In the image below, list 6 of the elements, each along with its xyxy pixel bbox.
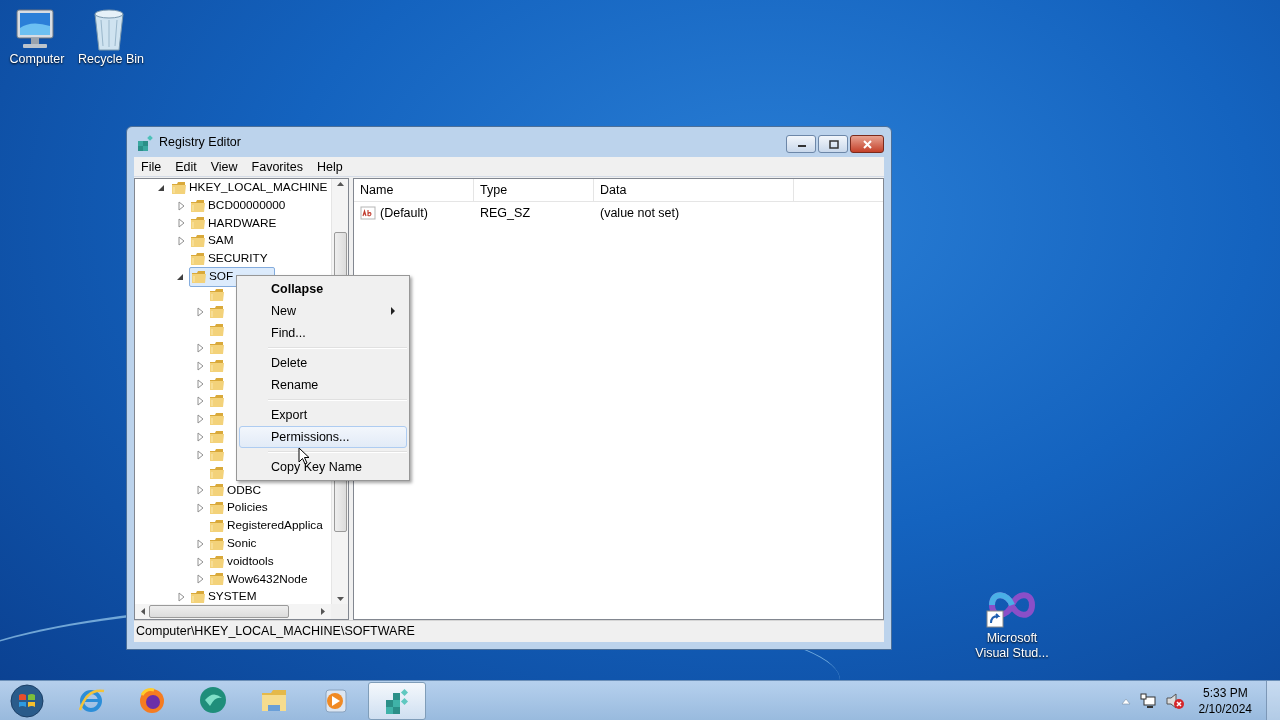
window-title: Registry Editor	[159, 133, 241, 151]
value-data: (value not set)	[599, 204, 681, 222]
clock-time: 5:33 PM	[1202, 684, 1248, 701]
value-type: REG_SZ	[479, 204, 531, 222]
status-bar: Computer\HKEY_LOCAL_MACHINE\SOFTWARE	[134, 620, 884, 642]
clock-date: 2/10/2024	[1198, 700, 1252, 717]
